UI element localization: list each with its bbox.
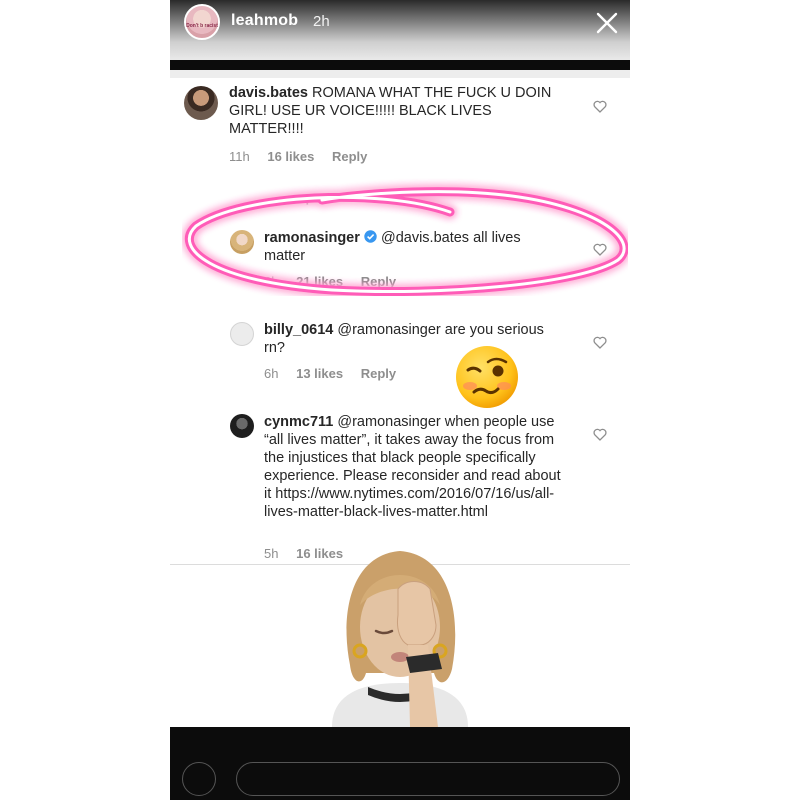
avatar[interactable]	[230, 414, 254, 438]
comment-mention[interactable]: @ramonasinger	[337, 322, 440, 338]
highlight-ring	[184, 187, 628, 296]
woozy-face-emoji	[456, 346, 518, 408]
comment-likes[interactable]: 16 likes	[267, 149, 314, 164]
avatar[interactable]	[230, 322, 254, 346]
story-avatar-text: Don't b racist	[186, 23, 218, 29]
story-avatar[interactable]: Don't b racist	[184, 4, 220, 40]
comment-time: 6h	[264, 366, 279, 381]
reply-button[interactable]: Reply	[332, 149, 367, 164]
story-username[interactable]: leahmob	[231, 12, 298, 30]
close-icon[interactable]	[594, 10, 620, 36]
heart-icon[interactable]	[593, 100, 607, 113]
reply-button[interactable]: Reply	[361, 366, 396, 381]
comment-text: cynmc711 @ramonasinger when people use “…	[264, 413, 562, 521]
comment-username[interactable]: davis.bates	[229, 85, 308, 101]
avatar[interactable]	[184, 86, 218, 120]
comment-mention[interactable]: @ramonasinger	[337, 414, 440, 430]
comment-time: 5h	[264, 546, 279, 561]
comment-username[interactable]: cynmc711	[264, 414, 333, 430]
reply-input[interactable]	[236, 762, 620, 796]
facepalm-memoji	[332, 551, 468, 727]
comment-text: davis.bates ROMANA WHAT THE FUCK U DOIN …	[229, 84, 559, 138]
heart-icon[interactable]	[593, 428, 607, 441]
comment-likes[interactable]: 13 likes	[296, 366, 343, 381]
comment-time: 11h	[229, 149, 250, 164]
panel-top-strip	[170, 70, 630, 78]
story-timestamp: 2h	[313, 13, 330, 30]
comment-username[interactable]: billy_0614	[264, 322, 333, 338]
comment-meta: 11h 16 likes Reply	[229, 149, 381, 164]
heart-icon[interactable]	[593, 336, 607, 349]
comment-meta: 6h 13 likes Reply	[264, 366, 410, 381]
story-header: Don't b racist leahmob 2h	[170, 0, 630, 60]
story-viewer: Don't b racist leahmob 2h davis.bates RO…	[170, 0, 630, 800]
camera-icon[interactable]	[182, 762, 216, 796]
